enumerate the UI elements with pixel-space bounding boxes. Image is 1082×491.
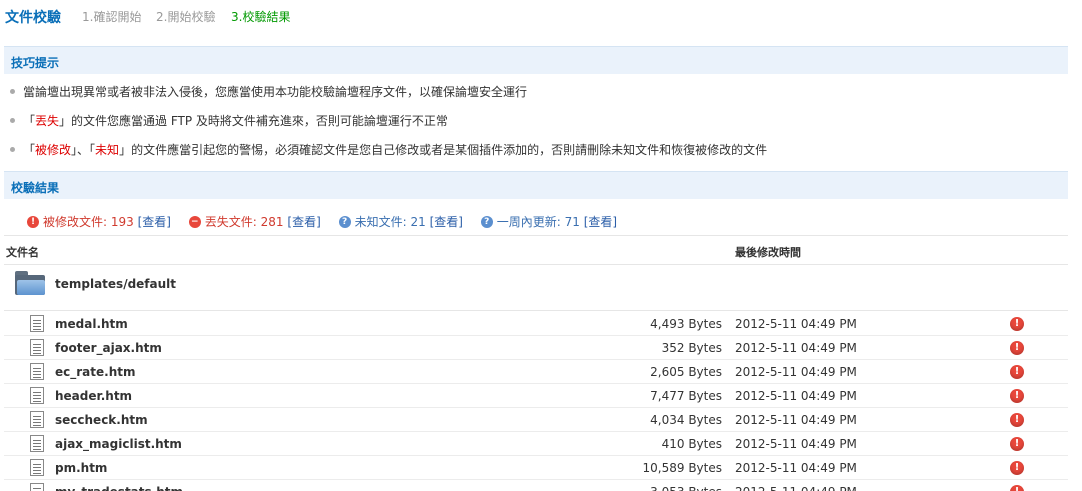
- table-row[interactable]: ec_rate.htm 2,605 Bytes 2012-5-11 04:49 PM…: [4, 360, 1068, 384]
- warning-icon[interactable]: !: [1010, 461, 1024, 475]
- warning-icon[interactable]: !: [1010, 389, 1024, 403]
- step-start-check[interactable]: 2.開始校驗: [156, 8, 215, 25]
- step-check-result[interactable]: 3.校驗結果: [231, 8, 290, 25]
- table-row[interactable]: medal.htm 4,493 Bytes 2012-5-11 04:49 PM!: [4, 312, 1068, 336]
- file-modified-time: 2012-5-11 04:49 PM: [735, 413, 857, 427]
- file-modified-time: 2012-5-11 04:49 PM: [735, 485, 857, 491]
- summary-modified-label: 被修改文件: 193: [43, 215, 134, 229]
- tip-text: 當論壇出現異常或者被非法入侵後，您應當使用本功能校驗論壇程序文件，以確保論壇安全…: [23, 85, 528, 99]
- summary-unknown-label: 未知文件: 21: [354, 215, 426, 229]
- file-modified-time: 2012-5-11 04:49 PM: [735, 389, 857, 403]
- result-section-header: 校驗結果: [4, 171, 1068, 199]
- view-unknown-link[interactable]: [查看]: [430, 215, 463, 229]
- file-size: 410 Bytes: [661, 437, 722, 451]
- table-row[interactable]: footer_ajax.htm 352 Bytes 2012-5-11 04:49 …: [4, 336, 1068, 360]
- tip-text: 」的文件您應當通過 FTP 及時將文件補充進來，否則可能論壇運行不正常: [59, 114, 448, 128]
- warning-icon[interactable]: !: [1010, 317, 1024, 331]
- summary-modified: ! 被修改文件: 193 [查看]: [27, 213, 171, 230]
- table-row[interactable]: pm.htm 10,589 Bytes 2012-5-11 04:49 PM!: [4, 456, 1068, 480]
- summary-recent-label: 一周內更新: 71: [496, 215, 580, 229]
- file-name: ec_rate.htm: [55, 365, 136, 379]
- file-icon: [30, 387, 44, 404]
- summary-recent: ? 一周內更新: 71 [查看]: [480, 213, 617, 230]
- result-title: 校驗結果: [11, 181, 60, 195]
- table-row[interactable]: seccheck.htm 4,034 Bytes 2012-5-11 04:49 P…: [4, 408, 1068, 432]
- table-row[interactable]: ajax_magiclist.htm 410 Bytes 2012-5-11 04:…: [4, 432, 1068, 456]
- file-size: 4,034 Bytes: [650, 413, 722, 427]
- bullet-icon: [10, 118, 15, 123]
- top-bar: 文件校驗 1.確認開始 2.開始校驗 3.校驗結果: [0, 0, 1082, 32]
- step-confirm-start[interactable]: 1.確認開始: [82, 8, 141, 25]
- unknown-icon: ?: [338, 216, 351, 228]
- tip-highlight-modified: 被修改: [35, 143, 72, 157]
- file-name: my_tradestats.htm: [55, 485, 183, 491]
- file-icon: [30, 483, 44, 491]
- view-modified-link[interactable]: [查看]: [138, 215, 171, 229]
- file-modified-time: 2012-5-11 04:49 PM: [735, 437, 857, 451]
- result-summary: ! 被修改文件: 193 [查看] − 丟失文件: 281 [查看] ? 未知文件: …: [27, 213, 631, 230]
- warning-icon[interactable]: !: [1010, 341, 1024, 355]
- file-modified-time: 2012-5-11 04:49 PM: [735, 341, 857, 355]
- file-name: seccheck.htm: [55, 413, 148, 427]
- file-size: 4,493 Bytes: [650, 317, 722, 331]
- tips-title: 技巧提示: [11, 56, 60, 70]
- column-modified-time: 最後修改時間: [735, 246, 801, 259]
- folder-icon: [15, 271, 45, 295]
- summary-missing: − 丟失文件: 281 [查看]: [188, 213, 321, 230]
- file-icon: [30, 363, 44, 380]
- file-name: footer_ajax.htm: [55, 341, 162, 355]
- tip-item: 「被修改」、「未知」的文件應當引起您的警惕，必須確認文件是您自己修改或者是某個插…: [10, 141, 767, 158]
- folder-row[interactable]: templates/default: [4, 265, 1068, 311]
- file-icon: [30, 315, 44, 332]
- tips-section-header: 技巧提示: [4, 46, 1068, 74]
- tip-item: 當論壇出現異常或者被非法入侵後，您應當使用本功能校驗論壇程序文件，以確保論壇安全…: [10, 83, 527, 100]
- file-name: header.htm: [55, 389, 133, 403]
- file-name: medal.htm: [55, 317, 128, 331]
- page-title: 文件校驗: [5, 10, 61, 26]
- table-row[interactable]: my_tradestats.htm 3,053 Bytes 2012-5-11 04…: [4, 480, 1068, 491]
- file-size: 10,589 Bytes: [642, 461, 722, 475]
- tip-text: 」、「: [71, 143, 96, 157]
- tip-text: 」的文件應當引起您的警惕，必須確認文件是您自己修改或者是某個插件添加的，否則請刪…: [119, 143, 768, 157]
- file-size: 7,477 Bytes: [650, 389, 722, 403]
- bullet-icon: [10, 147, 15, 152]
- file-icon: [30, 435, 44, 452]
- view-missing-link[interactable]: [查看]: [287, 215, 320, 229]
- summary-unknown: ? 未知文件: 21 [查看]: [338, 213, 463, 230]
- tip-text: 「: [23, 143, 36, 157]
- file-name: ajax_magiclist.htm: [55, 437, 182, 451]
- summary-missing-label: 丟失文件: 281: [204, 215, 284, 229]
- file-size: 3,053 Bytes: [650, 485, 722, 491]
- warning-icon[interactable]: !: [1010, 365, 1024, 379]
- file-name: pm.htm: [55, 461, 108, 475]
- tip-text: 「: [23, 114, 36, 128]
- tip-highlight-unknown: 未知: [95, 143, 120, 157]
- file-size: 2,605 Bytes: [650, 365, 722, 379]
- table-header: 文件名 最後修改時間: [4, 235, 1068, 265]
- modified-icon: !: [27, 216, 39, 228]
- table-row[interactable]: header.htm 7,477 Bytes 2012-5-11 04:49 PM!: [4, 384, 1068, 408]
- file-icon: [30, 339, 44, 356]
- file-size: 352 Bytes: [661, 341, 722, 355]
- view-recent-link[interactable]: [查看]: [584, 215, 617, 229]
- file-modified-time: 2012-5-11 04:49 PM: [735, 461, 857, 475]
- column-filename: 文件名: [6, 246, 39, 259]
- warning-icon[interactable]: !: [1010, 413, 1024, 427]
- warning-icon[interactable]: !: [1010, 485, 1024, 491]
- file-icon: [30, 411, 44, 428]
- tip-highlight-missing: 丟失: [35, 114, 60, 128]
- file-icon: [30, 459, 44, 476]
- file-modified-time: 2012-5-11 04:49 PM: [735, 317, 857, 331]
- missing-icon: −: [188, 216, 201, 228]
- folder-name: templates/default: [55, 277, 177, 291]
- warning-icon[interactable]: !: [1010, 437, 1024, 451]
- file-modified-time: 2012-5-11 04:49 PM: [735, 365, 857, 379]
- recent-icon: ?: [480, 216, 493, 228]
- tip-item: 「丟失」的文件您應當通過 FTP 及時將文件補充進來，否則可能論壇運行不正常: [10, 112, 448, 129]
- bullet-icon: [10, 89, 15, 94]
